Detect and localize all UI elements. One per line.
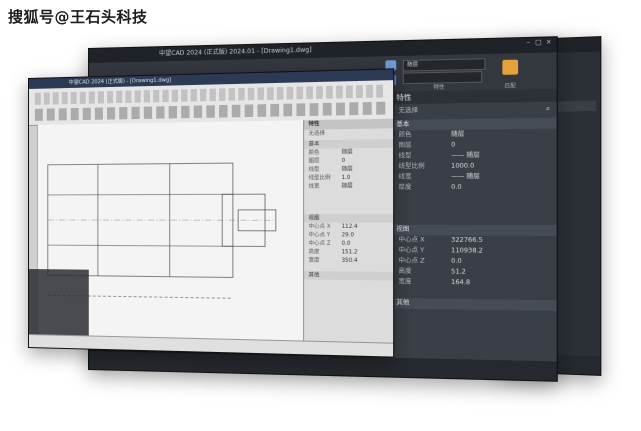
minimize-icon[interactable]: – bbox=[525, 40, 532, 47]
property-row[interactable]: 宽度 164.8 bbox=[390, 277, 557, 289]
property-row[interactable]: 中心点 X 112.4 bbox=[304, 222, 393, 231]
front-section-view[interactable]: 视图 bbox=[304, 214, 393, 223]
property-value[interactable]: 0.0 bbox=[342, 240, 394, 249]
property-key: 线宽 bbox=[390, 172, 451, 183]
property-key: 线型比例 bbox=[304, 174, 341, 183]
close-icon[interactable]: × bbox=[545, 40, 552, 47]
property-key: 高度 bbox=[304, 248, 341, 257]
property-key: 中心点 Y bbox=[390, 246, 451, 257]
mid-basic-rows: 颜色 随层 图层 0 线型 —— 随层 线型比例 1000.0 线宽 —— 随层 厚度 0.0 bbox=[390, 129, 557, 194]
front-selection-dropdown[interactable]: 无选择 bbox=[304, 128, 393, 138]
front-window: 中望CAD 2024 (正式版) - [Drawing1.dwg] 特性 无选择… bbox=[28, 68, 394, 357]
section-line bbox=[48, 194, 233, 195]
property-key: 线型比例 bbox=[390, 161, 451, 172]
property-row[interactable]: 线宽 —— 随层 bbox=[390, 171, 557, 182]
screenshot-stage: 特性 随层 随层 1000.0 0.0 3376.4 50950.2 95.2 … bbox=[0, 0, 641, 431]
property-key: 中心点 X bbox=[304, 222, 341, 231]
property-value[interactable]: —— 随层 bbox=[451, 171, 557, 182]
selection-label: 无选择 bbox=[390, 105, 451, 116]
property-value[interactable]: 1000.0 bbox=[451, 161, 557, 172]
property-key: 线宽 bbox=[304, 182, 341, 191]
front-view-rows: 中心点 X 112.4 中心点 Y 29.0 中心点 Z 0.0 高度 151.2 宽度 350.… bbox=[304, 222, 393, 265]
section-line bbox=[48, 245, 233, 246]
properties-panel-title: 特性 bbox=[390, 89, 557, 104]
property-key: 图层 bbox=[304, 157, 341, 166]
property-value[interactable]: 112.4 bbox=[342, 223, 394, 232]
front-section-other[interactable]: 其他 bbox=[304, 271, 393, 281]
property-value[interactable]: 164.8 bbox=[451, 278, 557, 290]
property-key: 图层 bbox=[390, 140, 451, 151]
layer-dropdown[interactable]: 随层 bbox=[403, 58, 486, 71]
linetype-dropdown[interactable] bbox=[403, 71, 482, 84]
property-value[interactable]: 0.0 bbox=[451, 182, 557, 193]
property-key: 线型 bbox=[304, 165, 341, 174]
property-row[interactable]: 厚度 0.0 bbox=[390, 182, 557, 193]
mid-properties-panel: 特性 无选择 ⌕ 基本 颜色 随层 图层 0 线型 —— 随层 线型比例 1000.0 线宽 ——… bbox=[390, 89, 557, 362]
section-view[interactable]: 视图 bbox=[390, 225, 557, 236]
front-selection-label: 无选择 bbox=[304, 129, 341, 138]
property-key: 厚度 bbox=[390, 183, 451, 194]
property-key: 颜色 bbox=[390, 130, 451, 141]
property-key: 中心点 Y bbox=[304, 231, 341, 240]
property-value[interactable]: 随层 bbox=[342, 182, 394, 191]
ribbon-tools-row bbox=[35, 102, 386, 121]
selection-dropdown[interactable]: 无选择 ⌕ bbox=[390, 104, 557, 117]
property-key: 中心点 Z bbox=[390, 256, 451, 267]
mid-view-rows: 中心点 X 322766.5 中心点 Y 110938.2 中心点 Z 0.0 高度 51.2… bbox=[390, 235, 557, 289]
front-properties-panel: 特性 无选择 基本 颜色 随层 图层 0 线型 随层 线型比例 1.0 线宽 随层 视图 中心点 … bbox=[303, 119, 393, 344]
property-key: 中心点 X bbox=[390, 235, 451, 246]
property-row[interactable]: 线宽 随层 bbox=[304, 182, 393, 191]
maximize-icon[interactable]: □ bbox=[535, 40, 542, 47]
property-key: 宽度 bbox=[390, 277, 451, 288]
property-value[interactable]: —— 随层 bbox=[451, 150, 557, 161]
property-key: 线型 bbox=[390, 151, 451, 162]
property-value[interactable]: 350.4 bbox=[342, 257, 394, 266]
property-key: 高度 bbox=[390, 267, 451, 278]
property-value[interactable]: 随层 bbox=[342, 165, 394, 174]
quick-select-icon[interactable]: ⌕ bbox=[451, 104, 557, 116]
command-line-panel[interactable] bbox=[29, 269, 89, 336]
property-value[interactable]: 29.0 bbox=[342, 231, 394, 240]
front-basic-rows: 颜色 随层 图层 0 线型 随层 线型比例 1.0 线宽 随层 bbox=[304, 148, 393, 191]
property-value[interactable]: 322766.5 bbox=[451, 235, 557, 246]
section-other[interactable]: 其他 bbox=[390, 298, 557, 311]
property-key: 宽度 bbox=[304, 256, 341, 265]
match-properties-icon[interactable] bbox=[502, 60, 518, 75]
property-value[interactable]: 1.0 bbox=[342, 173, 394, 182]
property-row[interactable]: 宽度 350.4 bbox=[304, 256, 393, 265]
property-value[interactable]: 110938.2 bbox=[451, 246, 557, 257]
property-key: 中心点 Z bbox=[304, 239, 341, 248]
